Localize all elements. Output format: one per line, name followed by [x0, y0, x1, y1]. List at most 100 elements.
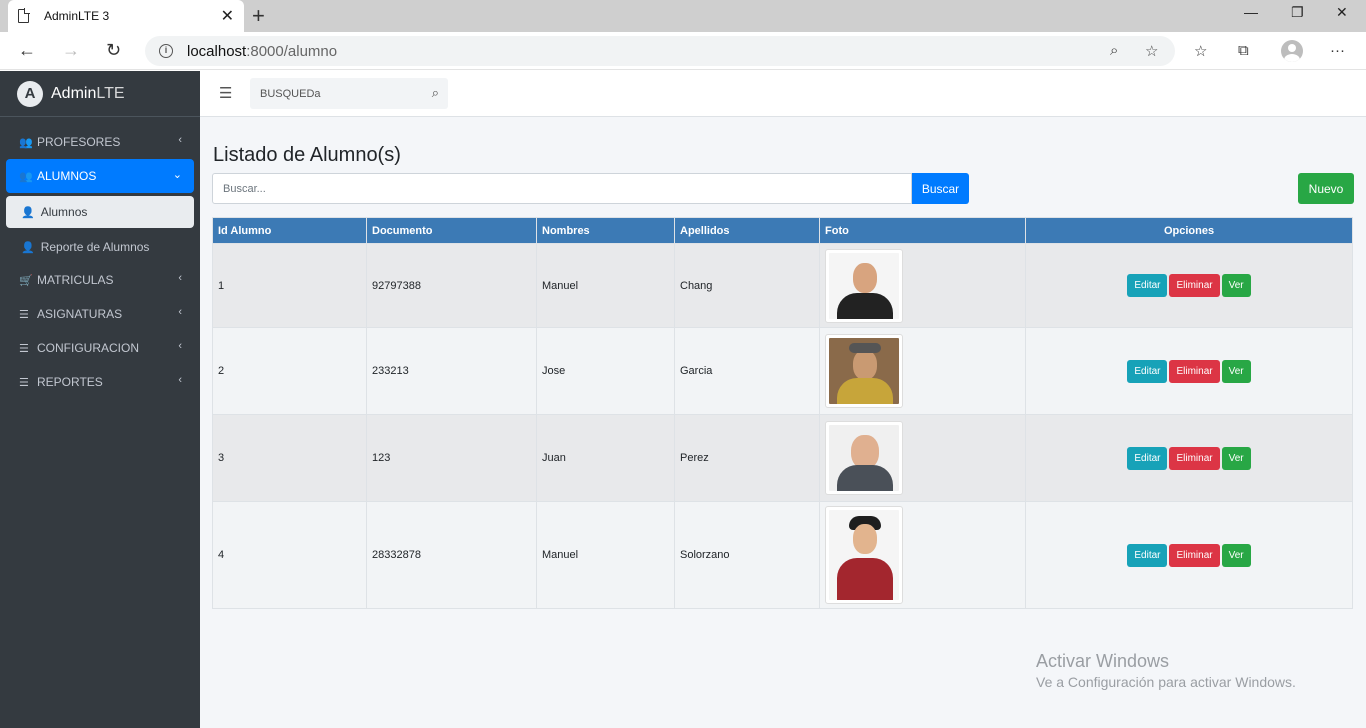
restore-icon[interactable]: ❐ [1291, 4, 1304, 21]
column-header: Foto [819, 217, 1026, 244]
browser-tab[interactable]: AdminLTE 3 ✕ [8, 0, 244, 32]
minimize-icon[interactable]: — [1244, 4, 1258, 20]
sidebar-item-reportes[interactable]: ☰ REPORTES ‹ [6, 365, 194, 399]
sidebar-item-matriculas[interactable]: 🛒 MATRICULAS ‹ [6, 263, 194, 297]
column-header: Nombres [536, 217, 675, 244]
table-row: 1 92797388 Manuel Chang Editar Eliminar Ve… [212, 243, 1353, 328]
column-header: Opciones [1025, 217, 1353, 244]
sidebar-item-label: REPORTES [37, 375, 103, 389]
student-photo-image [829, 252, 899, 319]
cell-foto [819, 327, 1026, 415]
sidebar-item-alumnos[interactable]: 👥 ALUMNOS ⌄ [6, 159, 194, 193]
cell-foto [819, 501, 1026, 609]
url-host: localhost [187, 42, 247, 60]
cell-apellidos: Perez [674, 414, 820, 502]
cell-opciones: Editar Eliminar Ver [1025, 501, 1353, 609]
search-icon[interactable]: ⌕ [432, 85, 439, 101]
more-menu-icon[interactable]: ··· [1330, 42, 1345, 59]
favorite-star-icon[interactable]: ☆ [1145, 42, 1158, 60]
cell-id: 4 [212, 501, 367, 609]
sidebar-item-profesores[interactable]: 👥 PROFESORES ‹ [6, 125, 194, 159]
collections-icon[interactable]: ⧉ [1238, 42, 1249, 59]
table-row: 4 28332878 Manuel Solorzano Editar Elimin… [212, 501, 1353, 609]
eliminar-button[interactable]: Eliminar [1169, 359, 1220, 383]
zoom-icon[interactable]: ⌕ [1110, 42, 1118, 59]
watermark-line-2: Ve a Configuración para activar Windows. [1036, 674, 1296, 690]
cell-id: 1 [212, 243, 367, 328]
new-tab-icon[interactable]: + [252, 3, 265, 29]
browser-tab-bar: AdminLTE 3 ✕ + — ❐ ✕ [0, 0, 1366, 32]
cell-id: 3 [212, 414, 367, 502]
sidebar-subitem-label: Alumnos [40, 205, 88, 219]
cell-nombres: Manuel [536, 501, 675, 609]
eliminar-button[interactable]: Eliminar [1169, 274, 1220, 297]
address-bar[interactable]: i localhost:8000/alumno ⌕ ☆ [145, 36, 1175, 66]
window-close-icon[interactable]: ✕ [1336, 4, 1348, 21]
editar-button[interactable]: Editar [1127, 446, 1168, 470]
sidebar-subitem-alumnos[interactable]: 👤 Alumnos [6, 196, 194, 228]
reload-icon[interactable]: ↻ [106, 40, 121, 61]
brand-link[interactable]: A Admin LTE [0, 71, 200, 117]
site-info-icon[interactable]: i [159, 44, 173, 58]
tab-title: AdminLTE 3 [44, 9, 110, 23]
page-icon [18, 8, 30, 23]
user-icon: 👤 [21, 206, 35, 219]
users-icon: 👥 [19, 170, 33, 183]
eliminar-button[interactable]: Eliminar [1169, 543, 1220, 567]
navbar-search-input[interactable]: BUSQUEDa ⌕ [250, 78, 448, 109]
nuevo-button[interactable]: Nuevo [1298, 173, 1354, 204]
ver-button[interactable]: Ver [1221, 543, 1251, 567]
close-tab-icon[interactable]: ✕ [221, 6, 234, 26]
table-row: 3 123 Juan Perez Editar Eliminar Ver [212, 414, 1353, 502]
editar-button[interactable]: Editar [1127, 274, 1168, 297]
list-icon: ☰ [19, 376, 29, 389]
cell-documento: 28332878 [366, 501, 537, 609]
ver-button[interactable]: Ver [1221, 359, 1251, 383]
profile-avatar[interactable] [1281, 40, 1303, 62]
editar-button[interactable]: Editar [1127, 543, 1168, 567]
sidebar-item-label: ASIGNATURAS [37, 307, 123, 321]
cell-documento: 123 [366, 414, 537, 502]
content-wrapper: Listado de Alumno(s) Buscar... Buscar Nu… [200, 117, 1366, 728]
user-icon: 👤 [21, 241, 35, 254]
chevron-left-icon: ‹ [178, 374, 182, 386]
page-title: Listado de Alumno(s) [213, 144, 401, 166]
chevron-left-icon: ‹ [178, 134, 182, 146]
cell-opciones: Editar Eliminar Ver [1025, 327, 1353, 415]
column-header: Documento [366, 217, 537, 244]
cell-opciones: Editar Eliminar Ver [1025, 243, 1353, 328]
cell-foto [819, 243, 1026, 328]
student-photo-image [829, 425, 899, 491]
ver-button[interactable]: Ver [1221, 446, 1251, 470]
table-row: 2 233213 Jose Garcia Editar Eliminar Ver [212, 327, 1353, 415]
student-photo [825, 506, 903, 604]
alumnos-table: Id Alumno Documento Nombres Apellidos Fo… [212, 217, 1353, 609]
windows-activation-watermark: Activar Windows Ve a Configuración para … [1036, 651, 1296, 690]
eliminar-button[interactable]: Eliminar [1169, 446, 1220, 470]
cell-apellidos: Solorzano [674, 501, 820, 609]
sidebar-subitem-reporte-alumnos[interactable]: 👤 Reporte de Alumnos [6, 231, 194, 263]
student-photo [825, 334, 903, 408]
watermark-line-1: Activar Windows [1036, 651, 1170, 671]
chevron-left-icon: ‹ [178, 306, 182, 318]
student-photo [825, 421, 903, 495]
url-path: :8000/alumno [246, 42, 338, 60]
chevron-left-icon: ‹ [178, 340, 182, 352]
filter-search-placeholder: Buscar... [223, 182, 266, 195]
forward-icon[interactable]: → [62, 40, 80, 61]
ver-button[interactable]: Ver [1221, 274, 1251, 297]
back-icon[interactable]: ← [18, 40, 36, 61]
column-header: Id Alumno [212, 217, 367, 244]
favorites-icon[interactable]: ☆ [1194, 42, 1207, 60]
menu-toggle-icon[interactable]: ☰ [219, 84, 232, 102]
sidebar-item-label: MATRICULAS [37, 273, 114, 287]
sidebar-item-label: PROFESORES [37, 135, 121, 149]
filter-search-input[interactable]: Buscar... [212, 173, 912, 204]
sidebar-item-asignaturas[interactable]: ☰ ASIGNATURAS ‹ [6, 297, 194, 331]
chevron-left-icon: ‹ [178, 272, 182, 284]
editar-button[interactable]: Editar [1127, 359, 1168, 383]
sidebar-item-configuracion[interactable]: ☰ CONFIGURACION ‹ [6, 331, 194, 365]
navbar-search-placeholder: BUSQUEDa [260, 87, 321, 100]
buscar-button[interactable]: Buscar [912, 173, 969, 204]
table-header-row: Id Alumno Documento Nombres Apellidos Fo… [212, 217, 1353, 244]
